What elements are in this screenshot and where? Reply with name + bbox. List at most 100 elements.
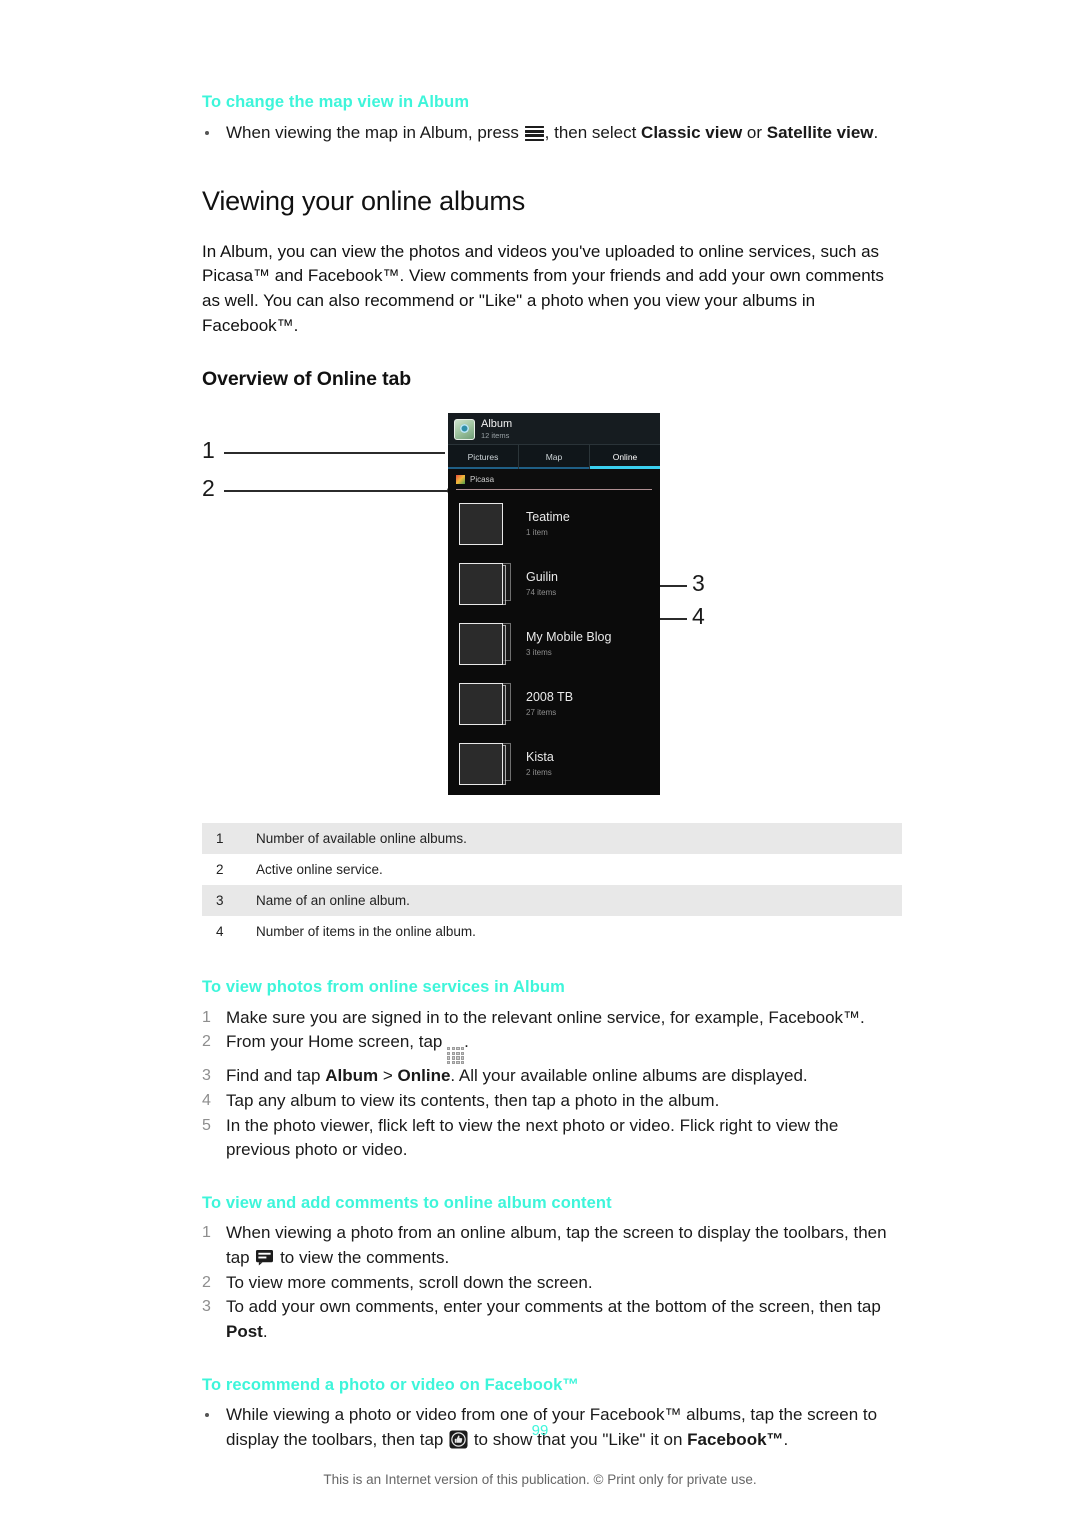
app-title: Album bbox=[481, 418, 513, 431]
list-item: From your Home screen, tap . bbox=[202, 1030, 902, 1065]
list-item: When viewing a photo from an online albu… bbox=[202, 1221, 902, 1270]
callout-number-1: 1 bbox=[202, 437, 215, 464]
heading-change-map-view: To change the map view in Album bbox=[202, 93, 470, 111]
list-item: To view more comments, scroll down the s… bbox=[202, 1271, 902, 1296]
document-page: To change the map view in Album When vie… bbox=[0, 0, 1080, 1527]
table-row: 2 Active online service. bbox=[202, 854, 902, 885]
album-row-text: Teatime 1 item bbox=[526, 511, 570, 537]
legend-description: Name of an online album. bbox=[256, 893, 410, 909]
list-item: In the photo viewer, flick left to view … bbox=[202, 1114, 902, 1163]
page-content: To change the map view in Album When vie… bbox=[202, 92, 902, 1455]
phone-screenshot: Album 12 items Pictures Map Online Picas… bbox=[448, 413, 660, 796]
step-text-post: . bbox=[464, 1032, 469, 1052]
step-text-post: . All your available online albums are d… bbox=[450, 1066, 808, 1086]
album-name: 2008 TB bbox=[526, 690, 574, 705]
album-item-count: 3 items bbox=[526, 647, 552, 657]
table-row: 4 Number of items in the online album. bbox=[202, 916, 902, 947]
table-row: 1 Number of available online albums. bbox=[202, 823, 902, 855]
album-item-count: 2 items bbox=[526, 767, 552, 777]
heading-recommend: To recommend a photo or video on Faceboo… bbox=[202, 1375, 580, 1394]
footer-note: This is an Internet version of this publ… bbox=[323, 1472, 757, 1487]
album-row-text: Guilin 74 items bbox=[526, 571, 558, 597]
figure-online-tab-overview: 1 2 3 4 Album 12 items Pictures Map Onli… bbox=[202, 413, 902, 805]
legend-description: Number of items in the online album. bbox=[256, 924, 476, 940]
step-text: Make sure you are signed in to the relev… bbox=[226, 1007, 865, 1027]
album-name: My Mobile Blog bbox=[526, 630, 612, 645]
step-text: To view more comments, scroll down the s… bbox=[226, 1272, 593, 1292]
step-text-post: . bbox=[262, 1321, 268, 1341]
table-row: 3 Name of an online album. bbox=[202, 885, 902, 917]
menu-icon bbox=[524, 125, 544, 142]
album-item-count: 27 items bbox=[526, 707, 557, 717]
album-name: Guilin bbox=[526, 570, 558, 585]
tab-online[interactable]: Online bbox=[590, 445, 660, 470]
list-item[interactable]: Kista 2 items bbox=[448, 734, 660, 794]
section-recommend: To recommend a photo or video on Faceboo… bbox=[202, 1375, 902, 1453]
album-thumbnail bbox=[459, 561, 513, 607]
section-comments: To view and add comments to online album… bbox=[202, 1193, 902, 1345]
step-text-mid: > bbox=[378, 1066, 398, 1086]
tab-map[interactable]: Map bbox=[519, 445, 590, 470]
album-name: Teatime bbox=[526, 510, 570, 525]
list-item[interactable]: Teatime 1 item bbox=[448, 494, 660, 554]
list-item: Tap any album to view its contents, then… bbox=[202, 1089, 902, 1114]
step-text-pre: To add your own comments, enter your com… bbox=[226, 1297, 881, 1317]
list-item: To add your own comments, enter your com… bbox=[202, 1295, 902, 1344]
section-view-photos: To view photos from online services in A… bbox=[202, 977, 902, 1163]
step-text-pre: Find and tap bbox=[226, 1066, 326, 1086]
album-thumbnail bbox=[459, 621, 513, 667]
legend-description: Active online service. bbox=[256, 862, 383, 878]
bullet-text-or: or bbox=[742, 122, 767, 142]
change-map-view-bullets: When viewing the map in Album, press , t… bbox=[202, 121, 902, 146]
app-item-count: 12 items bbox=[481, 431, 510, 441]
step-bold-online: Online bbox=[397, 1066, 451, 1086]
heading-comments: To view and add comments to online album… bbox=[202, 1193, 612, 1212]
album-item-count: 1 item bbox=[526, 527, 548, 537]
album-list: Teatime 1 item Guilin 74 items My Mobile… bbox=[448, 490, 660, 794]
album-row-text: 2008 TB 27 items bbox=[526, 691, 573, 717]
album-thumbnail bbox=[459, 501, 513, 547]
list-item[interactable]: Guilin 74 items bbox=[448, 554, 660, 614]
callout-number-4: 4 bbox=[692, 603, 705, 630]
section-change-map-view: To change the map view in Album When vie… bbox=[202, 92, 902, 145]
page-number: 99 bbox=[531, 1422, 549, 1439]
tab-pictures[interactable]: Pictures bbox=[448, 445, 519, 470]
album-thumbnail bbox=[459, 681, 513, 727]
subsection-title: Overview of Online tab bbox=[202, 368, 412, 391]
album-row-text: Kista 2 items bbox=[526, 751, 554, 777]
app-header-meta: Album 12 items bbox=[481, 418, 512, 440]
legend-number: 4 bbox=[216, 924, 224, 940]
list-item[interactable]: My Mobile Blog 3 items bbox=[448, 614, 660, 674]
service-name: Picasa bbox=[470, 475, 495, 485]
comment-icon bbox=[256, 1249, 274, 1266]
bullet-text-mid: , then select bbox=[544, 122, 642, 142]
legend-number: 1 bbox=[216, 831, 224, 847]
app-header: Album 12 items bbox=[448, 413, 660, 446]
app-drawer-icon bbox=[447, 1047, 465, 1065]
comments-steps: When viewing a photo from an online albu… bbox=[202, 1221, 902, 1344]
step-text-post: to view the comments. bbox=[275, 1248, 450, 1268]
bullet-text-end: . bbox=[873, 122, 879, 142]
bullet-bold-classic-view: Classic view bbox=[641, 122, 743, 142]
album-app-icon bbox=[454, 418, 475, 440]
step-text-pre: From your Home screen, tap bbox=[226, 1032, 448, 1052]
callout-leader-1 bbox=[224, 452, 445, 454]
bullet-text-pre: When viewing the map in Album, press bbox=[226, 122, 524, 142]
callout-number-2: 2 bbox=[202, 475, 215, 502]
intro-paragraph: In Album, you can view the photos and vi… bbox=[202, 241, 884, 335]
list-item: When viewing the map in Album, press , t… bbox=[202, 121, 902, 146]
online-service-row[interactable]: Picasa bbox=[448, 469, 660, 491]
legend-number: 3 bbox=[216, 893, 224, 909]
callout-leader-2 bbox=[224, 490, 450, 492]
album-row-text: My Mobile Blog 3 items bbox=[526, 631, 611, 657]
list-item[interactable]: 2008 TB 27 items bbox=[448, 674, 660, 734]
page-title: Viewing your online albums bbox=[202, 186, 525, 217]
legend-number: 2 bbox=[216, 862, 224, 878]
picasa-icon bbox=[456, 475, 465, 485]
tab-bar: Pictures Map Online bbox=[448, 445, 660, 470]
